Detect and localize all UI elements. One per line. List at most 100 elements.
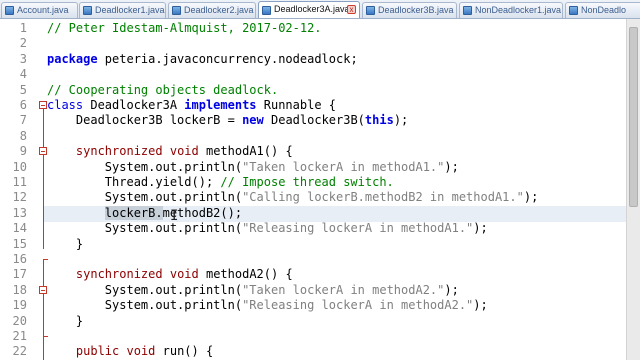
line-number: 17 xyxy=(12,267,27,282)
tab-label: Deadlocker3A.java xyxy=(274,4,350,14)
string-literal: "Taken lockerA in methodA1." xyxy=(242,159,445,174)
code-line-11: Thread.yield(); // Impose thread switch. xyxy=(47,175,394,190)
code-line-10: System.out.println("Taken lockerA in met… xyxy=(47,160,459,175)
type-keyword: void xyxy=(169,144,199,159)
line-number: 10 xyxy=(12,159,27,174)
code-line-14: System.out.println("Releasing lockerA in… xyxy=(47,221,488,236)
code-text: peteria.javaconcurrency.nodeadlock; xyxy=(97,51,358,66)
line-number: 21 xyxy=(12,329,27,343)
type-keyword: void xyxy=(126,344,156,359)
line-number: 3 xyxy=(19,51,27,66)
code-line-13: lockerB.methodB2(); xyxy=(47,205,242,221)
keyword: implements xyxy=(184,98,257,112)
line-number: 16 xyxy=(12,252,27,266)
tab-deadlocker3b-java[interactable]: Deadlocker3B.java xyxy=(362,2,457,18)
close-tab-icon[interactable]: x xyxy=(347,5,356,14)
code-line-7: Deadlocker3B lockerB = new Deadlocker3B(… xyxy=(47,113,408,128)
code-text: System.out.println( xyxy=(47,298,243,313)
code-text: System.out.println( xyxy=(47,159,243,174)
code-line-20: } xyxy=(47,313,84,328)
code-text: Deadlocker3B( xyxy=(263,113,365,128)
editor-tab-bar: Account.java Deadlocker1.java Deadlocker… xyxy=(0,0,640,19)
fold-collapse-icon[interactable] xyxy=(39,286,47,294)
code-line-22: public void run() { xyxy=(47,344,213,359)
code-editor[interactable]: 1 2 3 4 5 6 7 8 9 10 11 12 13 14 15 16 1… xyxy=(0,19,626,360)
string-literal: "Calling lockerB.methodB2 in methodA1." xyxy=(242,190,524,205)
tab-deadlocker1-java[interactable]: Deadlocker1.java xyxy=(79,2,166,18)
code-line-15: } xyxy=(47,236,84,251)
java-file-icon xyxy=(5,6,14,15)
code-text: Runnable { xyxy=(256,98,337,112)
line-number: 6 xyxy=(19,98,27,112)
comment: // Impose thread switch. xyxy=(220,175,394,189)
fold-guide-line xyxy=(43,336,44,360)
code-line-5: // Cooperating objects deadlock. xyxy=(47,82,279,97)
keyword: this xyxy=(364,113,394,128)
modifier: public xyxy=(75,344,120,359)
keyword: package xyxy=(47,51,98,66)
line-number: 20 xyxy=(12,313,27,328)
string-literal: "Releasing lockerA in methodA1." xyxy=(242,221,474,236)
line-number: 2 xyxy=(19,36,27,51)
line-number: 22 xyxy=(12,344,27,359)
code-line-9: synchronized void methodA1() { xyxy=(47,144,293,159)
line-number: 9 xyxy=(19,144,27,159)
java-file-icon xyxy=(569,6,578,15)
tab-label: NonDeadlocker1.java xyxy=(475,5,562,15)
fold-guide-line xyxy=(43,259,44,339)
code-text: ); xyxy=(393,113,409,128)
tab-label: Account.java xyxy=(17,5,69,15)
modifier: synchronized xyxy=(75,144,163,159)
tab-account-java[interactable]: Account.java xyxy=(1,2,78,18)
code-text: System.out.println( xyxy=(47,221,243,236)
tab-deadlocker3a-java[interactable]: Deadlocker3A.java x xyxy=(258,1,360,18)
code-line-3: package peteria.javaconcurrency.nodeadlo… xyxy=(47,52,358,67)
vertical-scrollbar[interactable] xyxy=(626,19,640,360)
java-file-icon xyxy=(172,6,181,15)
tab-nondeadlocker-truncated[interactable]: NonDeadlo xyxy=(565,2,640,18)
code-text: ); xyxy=(444,159,459,174)
keyword: class xyxy=(47,98,84,112)
fold-collapse-icon[interactable] xyxy=(39,147,47,155)
keyword: new xyxy=(242,113,264,128)
fold-guide-line xyxy=(43,109,44,249)
tab-label: Deadlocker2.java xyxy=(184,5,254,15)
selected-text[interactable]: lockerB. xyxy=(104,205,163,220)
code-text: methodA1() { xyxy=(198,144,293,159)
code-text: ); xyxy=(473,298,488,313)
string-literal: "Taken lockerA in methodA2." xyxy=(242,282,445,297)
line-number: 13 xyxy=(12,205,27,220)
tab-label: NonDeadlo xyxy=(581,5,627,15)
line-number: 8 xyxy=(19,128,27,143)
code-line-18: System.out.println("Taken lockerA in met… xyxy=(47,283,459,298)
tab-nondeadlocker1-java[interactable]: NonDeadlocker1.java xyxy=(459,2,563,18)
scrollbar-thumb[interactable] xyxy=(629,27,638,207)
java-file-icon xyxy=(463,6,472,15)
modifier: synchronized xyxy=(75,267,163,282)
code-line-6: class Deadlocker3A implements Runnable { xyxy=(47,98,336,113)
tab-label: Deadlocker1.java xyxy=(95,5,165,15)
code-line-1: // Peter Idestam-Almquist, 2017-02-12. xyxy=(47,21,322,35)
code-text: Deadlocker3A xyxy=(83,98,185,112)
line-number: 5 xyxy=(19,82,27,97)
java-file-icon xyxy=(83,6,92,15)
code-text: methodA2() { xyxy=(198,267,293,282)
line-number: 4 xyxy=(19,67,27,82)
line-number: 7 xyxy=(19,113,27,128)
java-file-icon xyxy=(262,6,271,15)
line-number: 14 xyxy=(12,221,27,236)
code-text: System.out.println( xyxy=(47,190,243,205)
code-line-12: System.out.println("Calling lockerB.meth… xyxy=(47,190,539,205)
line-number: 15 xyxy=(12,236,27,251)
text-cursor-icon: I xyxy=(170,208,179,224)
line-number: 18 xyxy=(12,282,27,297)
type-keyword: void xyxy=(169,267,199,282)
fold-collapse-icon[interactable] xyxy=(39,101,47,109)
tab-deadlocker2-java[interactable]: Deadlocker2.java xyxy=(168,2,256,18)
code-text: run() { xyxy=(155,344,214,359)
